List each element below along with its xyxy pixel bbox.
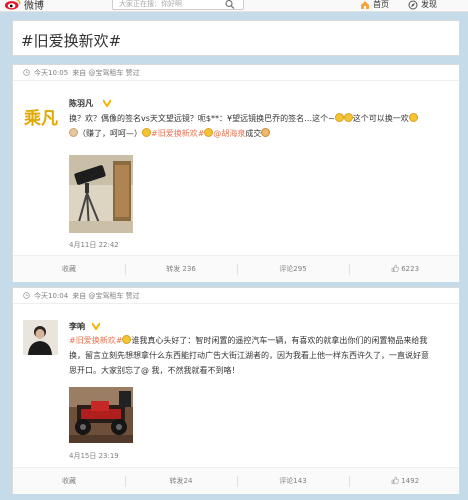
post-text: 换？欢？偶像的签名vs天文望远镜？呃$**：¥望远镜换巴乔的签名…这个~ 这个可以… <box>69 111 453 141</box>
verified-badge-icon <box>103 99 111 107</box>
weibo-post-card: 今天10:04 来自 @宝驾租车 赞过 李响 #旧爱换新欢# 谁我真心头好了：智时… <box>12 287 460 494</box>
avatar[interactable] <box>23 320 58 355</box>
emoji-icon <box>343 113 353 122</box>
search-icon[interactable] <box>224 0 236 10</box>
nav-discover-label: 发现 <box>421 0 437 9</box>
action-bar: 收藏 转发24 评论143 1492 <box>13 467 459 494</box>
post-time-header: 今天10:04 <box>34 291 69 300</box>
nav-discover-link[interactable]: 发现 <box>408 0 437 10</box>
home-icon <box>361 0 369 9</box>
repost-button[interactable]: 转发24 <box>125 468 237 495</box>
comment-button[interactable]: 评论295 <box>237 256 349 283</box>
action-bar: 收藏 转发 236 评论295 6223 <box>13 255 459 282</box>
post-text-line3: 思开口。大家别忘了@ 我，不然我就看不到咯！ <box>69 366 240 375</box>
favorite-button[interactable]: 收藏 <box>13 468 125 495</box>
clap-emoji-icon <box>69 128 78 137</box>
like-count: 1492 <box>401 477 420 485</box>
emoji-icon <box>334 113 344 122</box>
post-text-line2-end: 成交 <box>245 129 262 138</box>
post-header: 今天10:04 来自 @宝驾租车 赞过 <box>13 288 459 304</box>
comment-button[interactable]: 评论143 <box>237 468 349 495</box>
favorite-button[interactable]: 收藏 <box>13 256 125 283</box>
emoji-icon <box>408 113 418 122</box>
post-source[interactable]: 来自 @宝驾租车 赞过 <box>72 291 139 301</box>
topic-link[interactable]: #旧爱换新欢# <box>151 129 204 138</box>
weibo-post-card: 今天10:05 来自 @宝驾租车 赞过 乘凡 陈羽凡 换？欢？偶像的签名vs天文… <box>12 64 460 282</box>
discover-icon <box>408 0 418 9</box>
weibo-eye-icon <box>4 0 21 10</box>
post-text-line2-a: （赚了，呵呵—） <box>78 129 142 138</box>
svg-text:乘凡: 乘凡 <box>23 109 58 129</box>
like-count: 6223 <box>401 265 420 273</box>
thumbs-up-icon <box>391 264 399 272</box>
post-text: #旧爱换新欢# 谁我真心头好了：智时闲置的遥控汽车一辆，有喜欢的就拿出你们的闲置物… <box>69 333 453 378</box>
post-image-rc-car[interactable] <box>69 387 133 443</box>
user-name[interactable]: 陈羽凡 <box>69 98 93 109</box>
thumbs-up-icon <box>391 476 399 484</box>
mention-link[interactable]: @胡海泉 <box>213 129 245 138</box>
post-date[interactable]: 4月11日 22:42 <box>69 240 119 250</box>
post-time-header: 今天10:05 <box>34 68 69 77</box>
post-date[interactable]: 4月15日 23:19 <box>69 451 119 461</box>
post-source[interactable]: 来自 @宝驾租车 赞过 <box>72 68 139 78</box>
nav-home-label: 首页 <box>373 0 389 9</box>
post-text-line2: 换，留言立刻先想想拿什么东西能打动广告大街江湖者的，因为我看上他一样东西许久了，… <box>69 351 429 360</box>
top-navbar: 微博 大家正在搜：你好啊 首页 发现 <box>0 0 468 12</box>
repost-button[interactable]: 转发 236 <box>125 256 237 283</box>
post-image-telescope[interactable] <box>69 155 133 233</box>
topic-header: #旧爱换新欢# <box>12 20 460 56</box>
weibo-logo[interactable]: 微博 <box>4 0 44 12</box>
user-name[interactable]: 李响 <box>69 321 85 332</box>
post-header: 今天10:05 来自 @宝驾租车 赞过 <box>13 65 459 81</box>
post-text-line1: 换？欢？偶像的签名vs天文望远镜？呃$**：¥望远镜换巴乔的签名…这个~ <box>69 114 335 123</box>
handshake-emoji-icon <box>261 128 271 137</box>
topic-link[interactable]: #旧爱换新欢# <box>69 336 122 345</box>
nav-home-link[interactable]: 首页 <box>360 0 389 10</box>
clock-icon <box>23 69 30 76</box>
verified-badge-icon <box>92 322 100 330</box>
post-text-line1: 谁我真心头好了：智时闲置的遥控汽车一辆，有喜欢的就拿出你们的闲置物品来给我 <box>131 336 428 345</box>
like-button[interactable]: 1492 <box>349 468 461 495</box>
clock-icon <box>23 292 30 299</box>
post-text-line1-tail: 这个可以换一欢 <box>352 114 409 123</box>
emoji-icon <box>142 128 151 137</box>
avatar[interactable]: 乘凡 <box>23 99 58 134</box>
like-button[interactable]: 6223 <box>349 256 461 283</box>
logo-text: 微博 <box>24 0 44 12</box>
topic-title: #旧爱换新欢# <box>21 32 122 50</box>
